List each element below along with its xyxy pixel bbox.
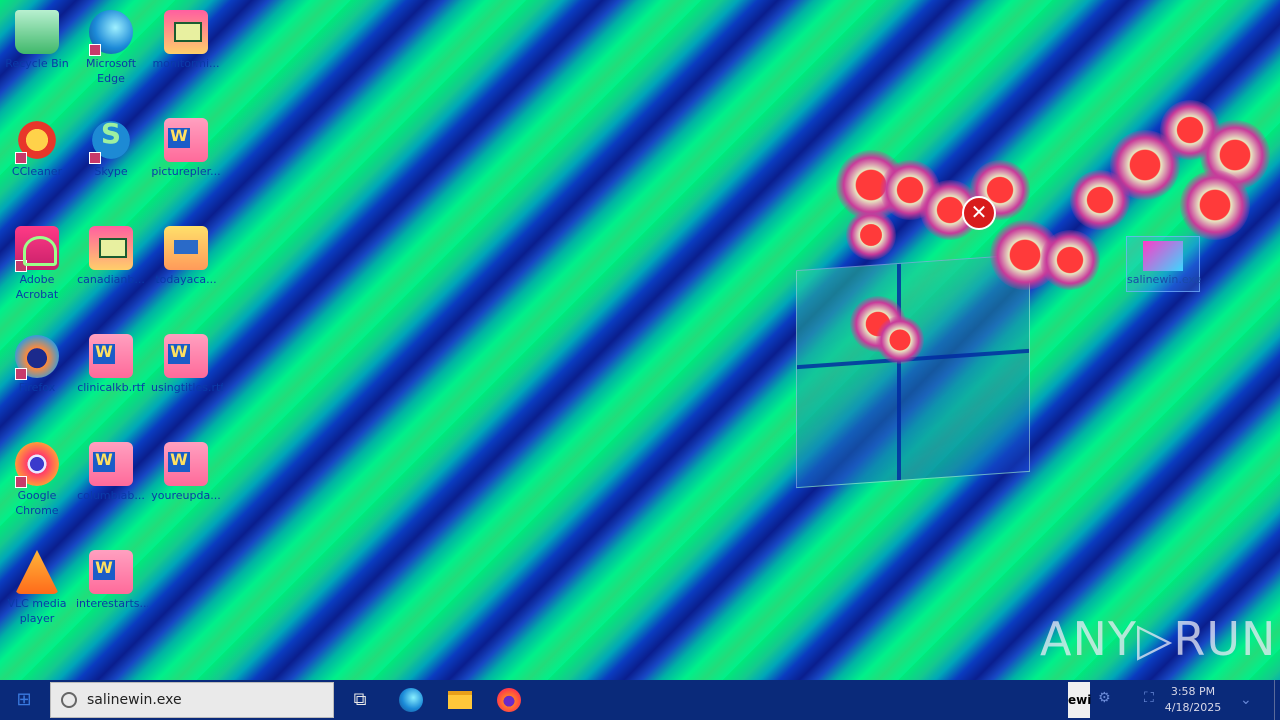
desktop-icon-label: VLC media player bbox=[7, 597, 67, 625]
desktop-icon-label: Microsoft Edge bbox=[85, 57, 137, 85]
desktop-icon-label: Adobe Acrobat bbox=[15, 273, 59, 301]
firefox-icon bbox=[497, 688, 521, 712]
acrobat-icon bbox=[15, 226, 59, 272]
clock-time: 3:58 PM bbox=[1170, 685, 1216, 698]
word-document-icon bbox=[89, 334, 133, 378]
edge-icon bbox=[399, 688, 423, 712]
error-icon bbox=[846, 210, 896, 260]
recycle-bin-icon bbox=[15, 10, 59, 54]
taskbar-file-explorer-button[interactable] bbox=[440, 684, 480, 716]
shortcut-arrow-icon bbox=[15, 260, 27, 272]
word-document-icon bbox=[164, 442, 208, 486]
task-view-button[interactable]: ⧉ bbox=[340, 684, 380, 716]
desktop-icon-label: Recycle Bin bbox=[5, 57, 69, 70]
windows-logo-wallpaper bbox=[796, 253, 1030, 489]
vlc-cone-icon bbox=[15, 550, 59, 594]
taskbar-search-box[interactable]: salinewin.exe bbox=[50, 682, 334, 718]
anyrun-watermark: ANY▷RUN bbox=[1040, 612, 1277, 666]
edge-icon bbox=[89, 10, 133, 56]
archive-icon bbox=[164, 226, 208, 270]
error-icon bbox=[1180, 170, 1250, 240]
search-icon bbox=[61, 692, 77, 708]
desktop-icon-adobe-acrobat[interactable]: Adobe Acrobat bbox=[0, 220, 74, 302]
clock-date: 4/18/2025 bbox=[1164, 701, 1222, 714]
desktop-icon-label: clinicalkb.rtf bbox=[77, 381, 145, 394]
document-icon bbox=[89, 226, 133, 270]
desktop-icon-google-chrome[interactable]: Google Chrome bbox=[0, 436, 74, 518]
desktop-icon-label: CCleaner bbox=[11, 165, 63, 178]
folder-icon bbox=[448, 691, 472, 709]
shortcut-arrow-icon bbox=[15, 368, 27, 380]
word-document-icon bbox=[89, 442, 133, 486]
tray-network-icon[interactable]: ⛶ bbox=[1144, 690, 1154, 706]
taskbar-edge-button[interactable] bbox=[391, 684, 431, 716]
document-icon bbox=[164, 10, 208, 54]
desktop-icon-label: interestarts... bbox=[76, 597, 148, 610]
shortcut-arrow-icon bbox=[15, 476, 27, 488]
desktop-icon-columbiab[interactable]: columbiab... bbox=[74, 436, 148, 503]
desktop-icon-label: Skype bbox=[94, 165, 128, 178]
show-desktop-button[interactable] bbox=[1274, 680, 1280, 720]
desktop-icon-label: todayaca... bbox=[155, 273, 217, 286]
shortcut-arrow-icon bbox=[89, 44, 101, 56]
taskbar-clock[interactable]: 3:58 PM 4/18/2025 bbox=[1162, 684, 1224, 716]
exe-icon bbox=[1143, 241, 1183, 271]
word-document-icon bbox=[164, 118, 208, 162]
desktop-icon-label: youreupda... bbox=[151, 489, 221, 502]
desktop-icon-label: monitormi... bbox=[152, 57, 220, 70]
ccleaner-icon bbox=[15, 118, 59, 164]
desktop-icon-monitormi[interactable]: monitormi... bbox=[149, 4, 223, 71]
desktop-icon-ccleaner[interactable]: CCleaner bbox=[0, 112, 74, 179]
desktop-icon-label: usingtitles.rtf bbox=[151, 381, 223, 394]
taskbar-firefox-button[interactable] bbox=[489, 684, 529, 716]
search-input[interactable]: salinewin.exe bbox=[87, 683, 182, 717]
desktop-icon-todayaca[interactable]: todayaca... bbox=[149, 220, 223, 287]
error-icon bbox=[1040, 230, 1100, 290]
desktop-icon-label: canadianb... bbox=[77, 273, 145, 286]
tray-settings-icon[interactable]: ⚙ bbox=[1098, 690, 1111, 706]
desktop: Recycle Bin Microsoft Edge monitormi... … bbox=[0, 0, 1280, 680]
error-icon bbox=[876, 316, 924, 364]
error-x-icon: ✕ bbox=[962, 196, 996, 230]
desktop-icon-clinicalkb[interactable]: clinicalkb.rtf bbox=[74, 328, 148, 395]
desktop-icon-microsoft-edge[interactable]: Microsoft Edge bbox=[74, 4, 148, 86]
desktop-icon-label: picturepler... bbox=[151, 165, 221, 178]
shortcut-arrow-icon bbox=[15, 152, 27, 164]
desktop-icon-label: columbiab... bbox=[77, 489, 145, 502]
desktop-icon-label: Google Chrome bbox=[15, 489, 59, 517]
chrome-icon bbox=[15, 442, 59, 488]
desktop-icon-vlc[interactable]: VLC media player bbox=[0, 544, 74, 626]
desktop-icon-skype[interactable]: Skype bbox=[74, 112, 148, 179]
desktop-icon-canadianb[interactable]: canadianb... bbox=[74, 220, 148, 287]
desktop-icon-label: Firefox bbox=[18, 381, 56, 394]
desktop-icon-usingtitles[interactable]: usingtitles.rtf bbox=[149, 328, 223, 395]
word-document-icon bbox=[164, 334, 208, 378]
firefox-icon bbox=[15, 334, 59, 380]
desktop-icon-label: salinewin.exe bbox=[1127, 273, 1202, 286]
shortcut-arrow-icon bbox=[89, 152, 101, 164]
word-document-icon bbox=[89, 550, 133, 594]
start-button[interactable]: ⊞ bbox=[0, 680, 48, 720]
desktop-icon-picturepler[interactable]: picturepler... bbox=[149, 112, 223, 179]
desktop-icon-recycle-bin[interactable]: Recycle Bin bbox=[0, 4, 74, 71]
desktop-icon-firefox[interactable]: Firefox bbox=[0, 328, 74, 395]
desktop-icon-salinewin[interactable]: salinewin.exe bbox=[1126, 236, 1202, 292]
chevron-down-icon[interactable]: ⌄ bbox=[1240, 692, 1252, 708]
skype-icon bbox=[89, 118, 133, 164]
tray-app-button[interactable]: ewi bbox=[1068, 682, 1091, 718]
desktop-icon-interestarts[interactable]: interestarts... bbox=[74, 544, 148, 611]
desktop-icon-youreupda[interactable]: youreupda... bbox=[149, 436, 223, 503]
